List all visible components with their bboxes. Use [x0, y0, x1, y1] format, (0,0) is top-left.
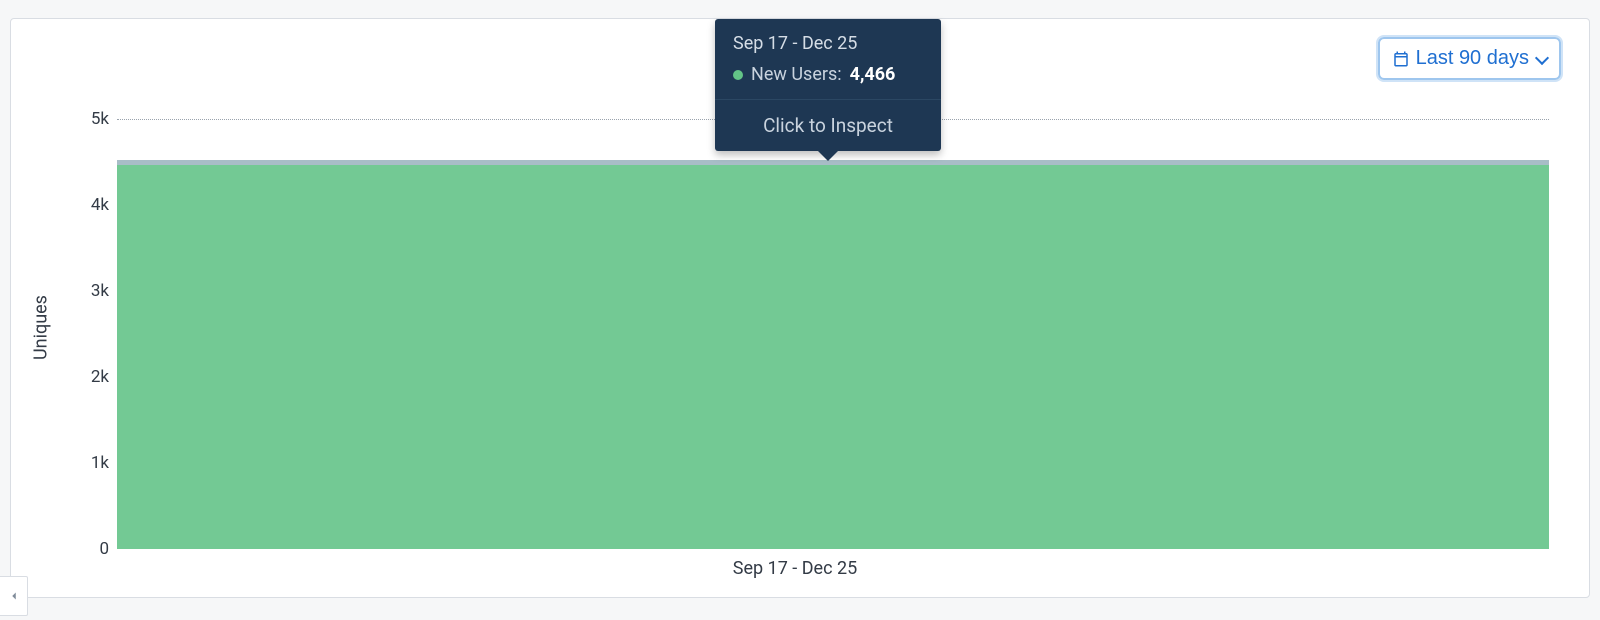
calendar-icon — [1392, 50, 1410, 68]
chart-plot: Uniques 5k 4k 3k 2k 1k 0 Sep 17 - Dec 25 — [41, 119, 1549, 577]
bar-new-users[interactable] — [117, 165, 1549, 549]
y-tick: 4k — [71, 195, 109, 215]
x-axis-label: Sep 17 - Dec 25 — [733, 558, 857, 579]
chevron-down-icon — [1535, 50, 1549, 64]
chart-card: Last 90 days Uniques 5k 4k 3k 2k 1k 0 Se… — [10, 18, 1590, 598]
series-color-dot — [733, 70, 743, 80]
y-tick: 5k — [71, 109, 109, 129]
y-tick: 1k — [71, 453, 109, 473]
tooltip-inspect-button[interactable]: Click to Inspect — [715, 99, 941, 151]
y-tick: 0 — [71, 539, 109, 559]
tooltip-value: 4,466 — [850, 64, 896, 85]
y-tick: 2k — [71, 367, 109, 387]
tooltip-date-range: Sep 17 - Dec 25 — [715, 19, 941, 58]
chart-tooltip[interactable]: Sep 17 - Dec 25 New Users: 4,466 Click t… — [715, 19, 941, 151]
chevron-left-icon — [7, 585, 21, 607]
tooltip-row: New Users: 4,466 — [715, 58, 941, 99]
tooltip-arrow — [816, 149, 840, 161]
date-range-picker[interactable]: Last 90 days — [1378, 37, 1561, 80]
tooltip-series-label: New Users: — [751, 64, 842, 85]
date-range-label: Last 90 days — [1416, 47, 1529, 70]
chart-area[interactable] — [117, 119, 1549, 549]
collapse-sidebar-button[interactable] — [0, 576, 28, 616]
y-axis-label: Uniques — [31, 295, 52, 360]
y-tick: 3k — [71, 281, 109, 301]
